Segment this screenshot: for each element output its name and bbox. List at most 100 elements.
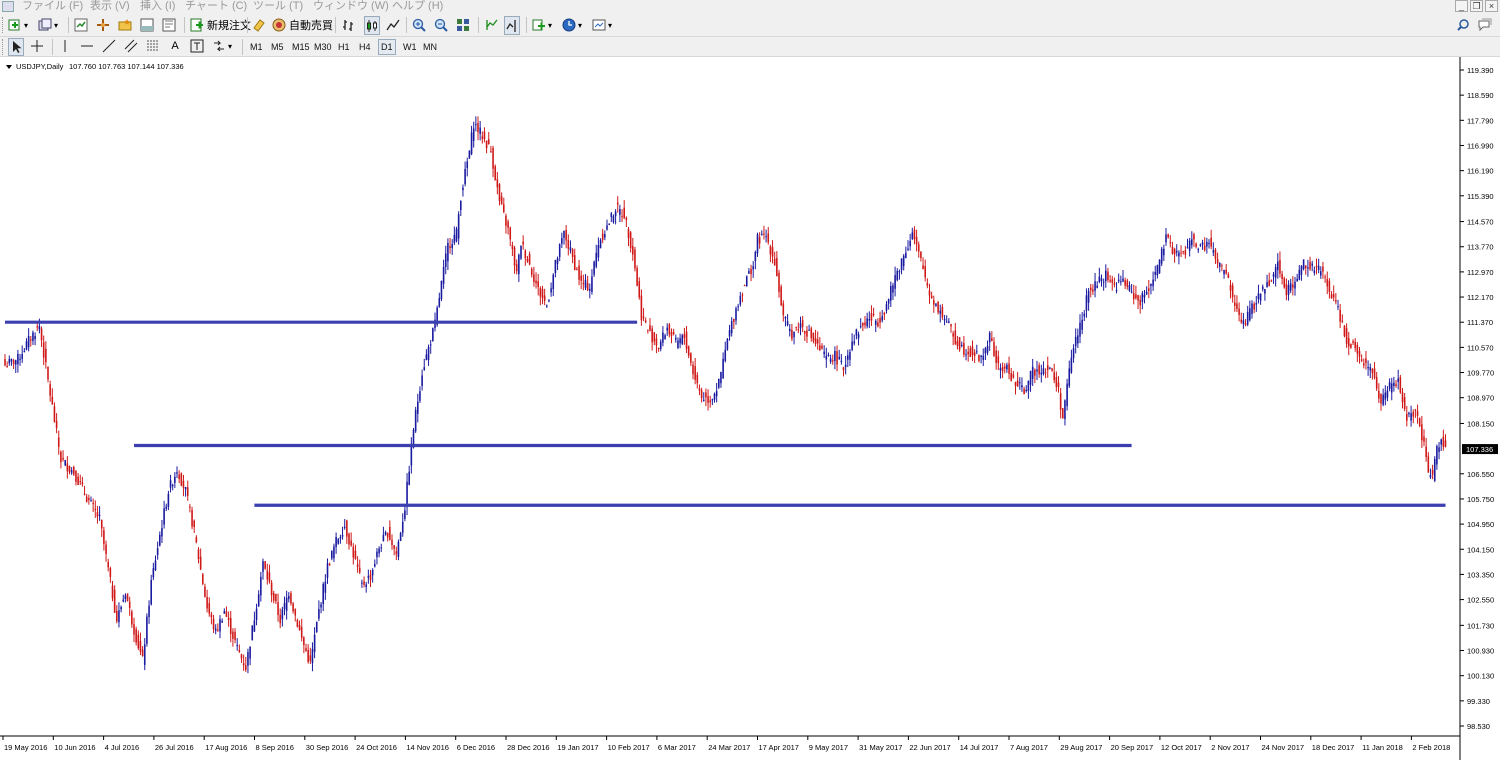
zoom-in-button[interactable] [412, 16, 426, 34]
candle-body [911, 232, 914, 239]
menu-view[interactable]: 表示 (V) [90, 0, 130, 13]
navigator-button[interactable] [118, 16, 132, 34]
time-tick-label: 17 Aug 2016 [205, 743, 247, 752]
candle-body [1173, 248, 1176, 255]
price-tick-label: 103.350 [1467, 570, 1494, 579]
candle-body [649, 325, 651, 331]
auto-scroll-icon [486, 19, 498, 30]
candle-body [184, 486, 187, 490]
timeframe-h4[interactable]: H4 [359, 40, 371, 54]
text-label-tool[interactable] [190, 38, 204, 54]
candle-body [750, 269, 752, 275]
candle-body [62, 457, 64, 460]
timeframe-m5[interactable]: M5 [271, 40, 284, 54]
auto-scroll-button[interactable] [484, 16, 498, 34]
time-tick-label: 26 Jul 2016 [155, 743, 194, 752]
candle-body [1326, 279, 1329, 287]
candle-body [515, 264, 518, 272]
candle-body [797, 329, 800, 331]
menu-chart[interactable]: チャート (C) [185, 0, 247, 13]
crosshair-tool[interactable] [30, 38, 44, 54]
timeframe-w1[interactable]: W1 [403, 40, 417, 54]
candle-body [1442, 436, 1445, 447]
menu-bar: ファイル (F) 表示 (V) 挿入 (I) チャート (C) ツール (T) … [0, 0, 1500, 14]
candle-body [847, 355, 849, 360]
menu-tools[interactable]: ツール (T) [253, 0, 303, 13]
chart-window[interactable]: 119.390 118.590 117.790 116.990 116.190 115.3… [0, 57, 1500, 760]
fibonacci-tool[interactable] [146, 38, 160, 54]
time-tick-label: 9 May 2017 [809, 743, 848, 752]
candle-body [19, 358, 21, 360]
candle-body [952, 333, 954, 337]
candle-body [195, 537, 198, 543]
channel-tool[interactable] [124, 38, 138, 54]
candle-chart-button[interactable] [364, 16, 380, 35]
minimize-icon[interactable]: _ [1455, 0, 1468, 12]
candle-body [621, 215, 623, 217]
candle-body [836, 351, 838, 365]
price-tick-label: 113.770 [1467, 243, 1494, 252]
arrows-tool[interactable]: ▾ [212, 38, 232, 54]
market-watch-button[interactable] [74, 16, 88, 34]
price-tick-label: 111.370 [1467, 318, 1493, 327]
timeframe-m15[interactable]: M15 [292, 40, 310, 54]
candle-body [1227, 274, 1230, 278]
candle-body [1212, 250, 1215, 253]
candle-body [937, 301, 939, 313]
candle-body [309, 655, 312, 661]
folder-star-icon [118, 19, 132, 31]
trendline-tool[interactable] [102, 38, 116, 54]
close-icon[interactable]: × [1485, 0, 1498, 12]
chart-shift-button[interactable] [504, 16, 520, 35]
new-chart-button[interactable]: ▾ [8, 16, 28, 34]
templates-button[interactable]: ▾ [592, 16, 612, 34]
candle-body [1345, 327, 1348, 344]
menu-help[interactable]: ヘルプ (H) [392, 0, 443, 13]
chat-button[interactable] [1478, 16, 1492, 34]
zoom-out-button[interactable] [434, 16, 448, 34]
candle-body [337, 539, 340, 544]
menu-file[interactable]: ファイル (F) [22, 0, 83, 13]
candle-body [401, 521, 404, 533]
text-tool[interactable]: A [168, 38, 182, 54]
candle [432, 327, 434, 342]
new-order-button[interactable]: 新規注文 [190, 16, 251, 34]
metaeditor-button[interactable] [252, 16, 266, 34]
candle-body [1122, 278, 1124, 282]
candle-body [844, 364, 847, 368]
candle-body [378, 548, 380, 554]
usdjpy-daily-chart[interactable]: 119.390 118.590 117.790 116.990 116.190 115.3… [0, 57, 1500, 760]
vertical-line-tool[interactable] [58, 38, 72, 54]
candle-body [599, 239, 602, 249]
cursor-tool[interactable] [8, 38, 24, 56]
candle-body [696, 374, 699, 384]
timeframe-m1[interactable]: M1 [250, 40, 263, 54]
timeframe-d1[interactable]: D1 [378, 39, 396, 55]
restore-icon[interactable]: ❐ [1470, 0, 1483, 12]
price-tick-label: 108.970 [1467, 394, 1494, 403]
menu-window[interactable]: ウィンドウ (W) [313, 0, 389, 13]
candle-body [890, 286, 892, 301]
profiles-button[interactable]: ▾ [38, 16, 58, 34]
bar-chart-button[interactable] [342, 16, 356, 34]
timeframe-mn[interactable]: MN [423, 40, 437, 54]
candle-body [1180, 252, 1182, 254]
horizontal-line-tool[interactable] [80, 38, 94, 54]
menu-insert[interactable]: 挿入 (I) [140, 0, 175, 13]
tile-windows-button[interactable] [456, 16, 470, 34]
candle-body [419, 391, 421, 401]
candle-body [251, 625, 254, 641]
auto-trade-button[interactable]: 自動売買 [272, 16, 333, 34]
candle-body [1139, 299, 1141, 306]
price-tick-label: 100.930 [1467, 647, 1494, 656]
indicators-button[interactable]: ▾ [532, 16, 552, 34]
data-window-button[interactable] [96, 16, 110, 34]
timeframe-m30[interactable]: M30 [314, 40, 332, 54]
candle-body [8, 359, 11, 364]
line-chart-button[interactable] [386, 16, 400, 34]
terminal-button[interactable] [140, 16, 154, 34]
periods-button[interactable]: ▾ [562, 16, 582, 34]
tester-button[interactable] [162, 16, 176, 34]
timeframe-h1[interactable]: H1 [338, 40, 350, 54]
search-button[interactable] [1456, 16, 1470, 34]
